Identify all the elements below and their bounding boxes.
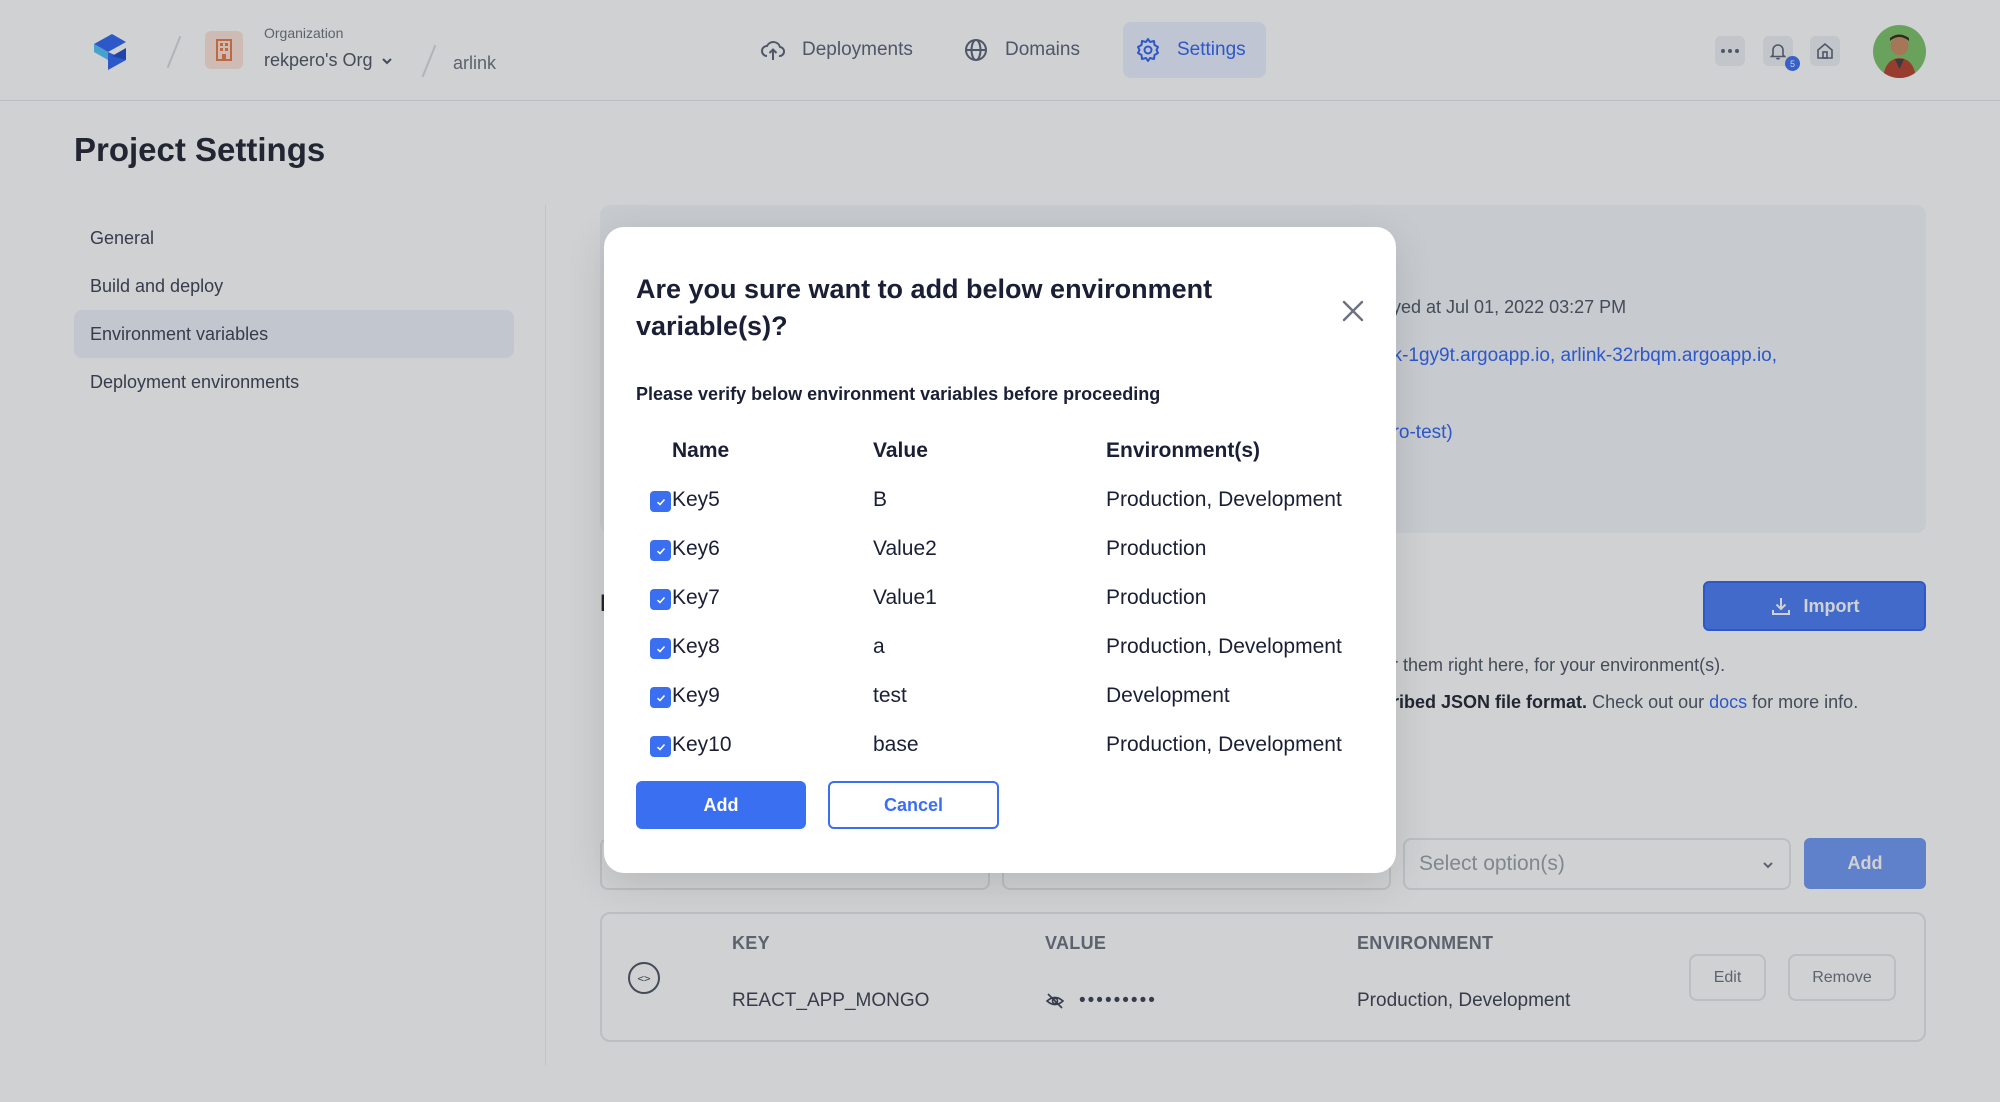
check-icon	[656, 694, 665, 702]
env-environments: Development	[1106, 684, 1230, 707]
column-header-environments: Environment(s)	[1106, 439, 1261, 462]
cancel-button[interactable]: Cancel	[828, 781, 999, 829]
confirm-add-button[interactable]: Add	[636, 781, 806, 829]
confirm-add-env-modal: Are you sure want to add below environme…	[604, 227, 1396, 873]
env-environments: Production	[1106, 586, 1207, 609]
close-icon[interactable]	[1339, 297, 1367, 325]
env-name: Key10	[672, 733, 732, 756]
check-icon	[656, 645, 665, 653]
table-row: Key5 B Production, Development	[636, 476, 1376, 525]
env-name: Key9	[672, 684, 720, 707]
row-checkbox[interactable]	[650, 638, 671, 659]
check-icon	[656, 743, 665, 751]
env-value: base	[873, 733, 919, 756]
row-checkbox[interactable]	[650, 589, 671, 610]
row-checkbox[interactable]	[650, 687, 671, 708]
env-name: Key6	[672, 537, 720, 560]
env-environments: Production	[1106, 537, 1207, 560]
column-header-value: Value	[873, 439, 928, 462]
table-row: Key8 a Production, Development	[636, 623, 1376, 672]
column-header-name: Name	[672, 439, 730, 462]
table-row: Key9 test Development	[636, 672, 1376, 721]
check-icon	[656, 498, 665, 506]
env-name: Key5	[672, 488, 720, 511]
env-environments: Production, Development	[1106, 488, 1342, 511]
table-header-row: Name Value Environment(s)	[636, 427, 1376, 476]
env-environments: Production, Development	[1106, 635, 1342, 658]
env-name: Key7	[672, 586, 720, 609]
modal-title: Are you sure want to add below environme…	[636, 274, 1213, 341]
modal-subtitle: Please verify below environment variable…	[636, 384, 1161, 404]
table-row: Key6 Value2 Production	[636, 525, 1376, 574]
env-value: test	[873, 684, 907, 707]
table-row: Key7 Value1 Production	[636, 574, 1376, 623]
row-checkbox[interactable]	[650, 491, 671, 512]
env-confirm-table: Name Value Environment(s) Key5 B Product…	[636, 427, 1376, 770]
table-row: Key10 base Production, Development	[636, 721, 1376, 770]
env-value: a	[873, 635, 885, 658]
env-environments: Production, Development	[1106, 733, 1342, 756]
env-name: Key8	[672, 635, 720, 658]
env-value: Value2	[873, 537, 937, 560]
env-value: B	[873, 488, 888, 511]
check-icon	[656, 596, 665, 604]
env-value: Value1	[873, 586, 937, 609]
row-checkbox[interactable]	[650, 736, 671, 757]
row-checkbox[interactable]	[650, 540, 671, 561]
check-icon	[656, 547, 665, 555]
